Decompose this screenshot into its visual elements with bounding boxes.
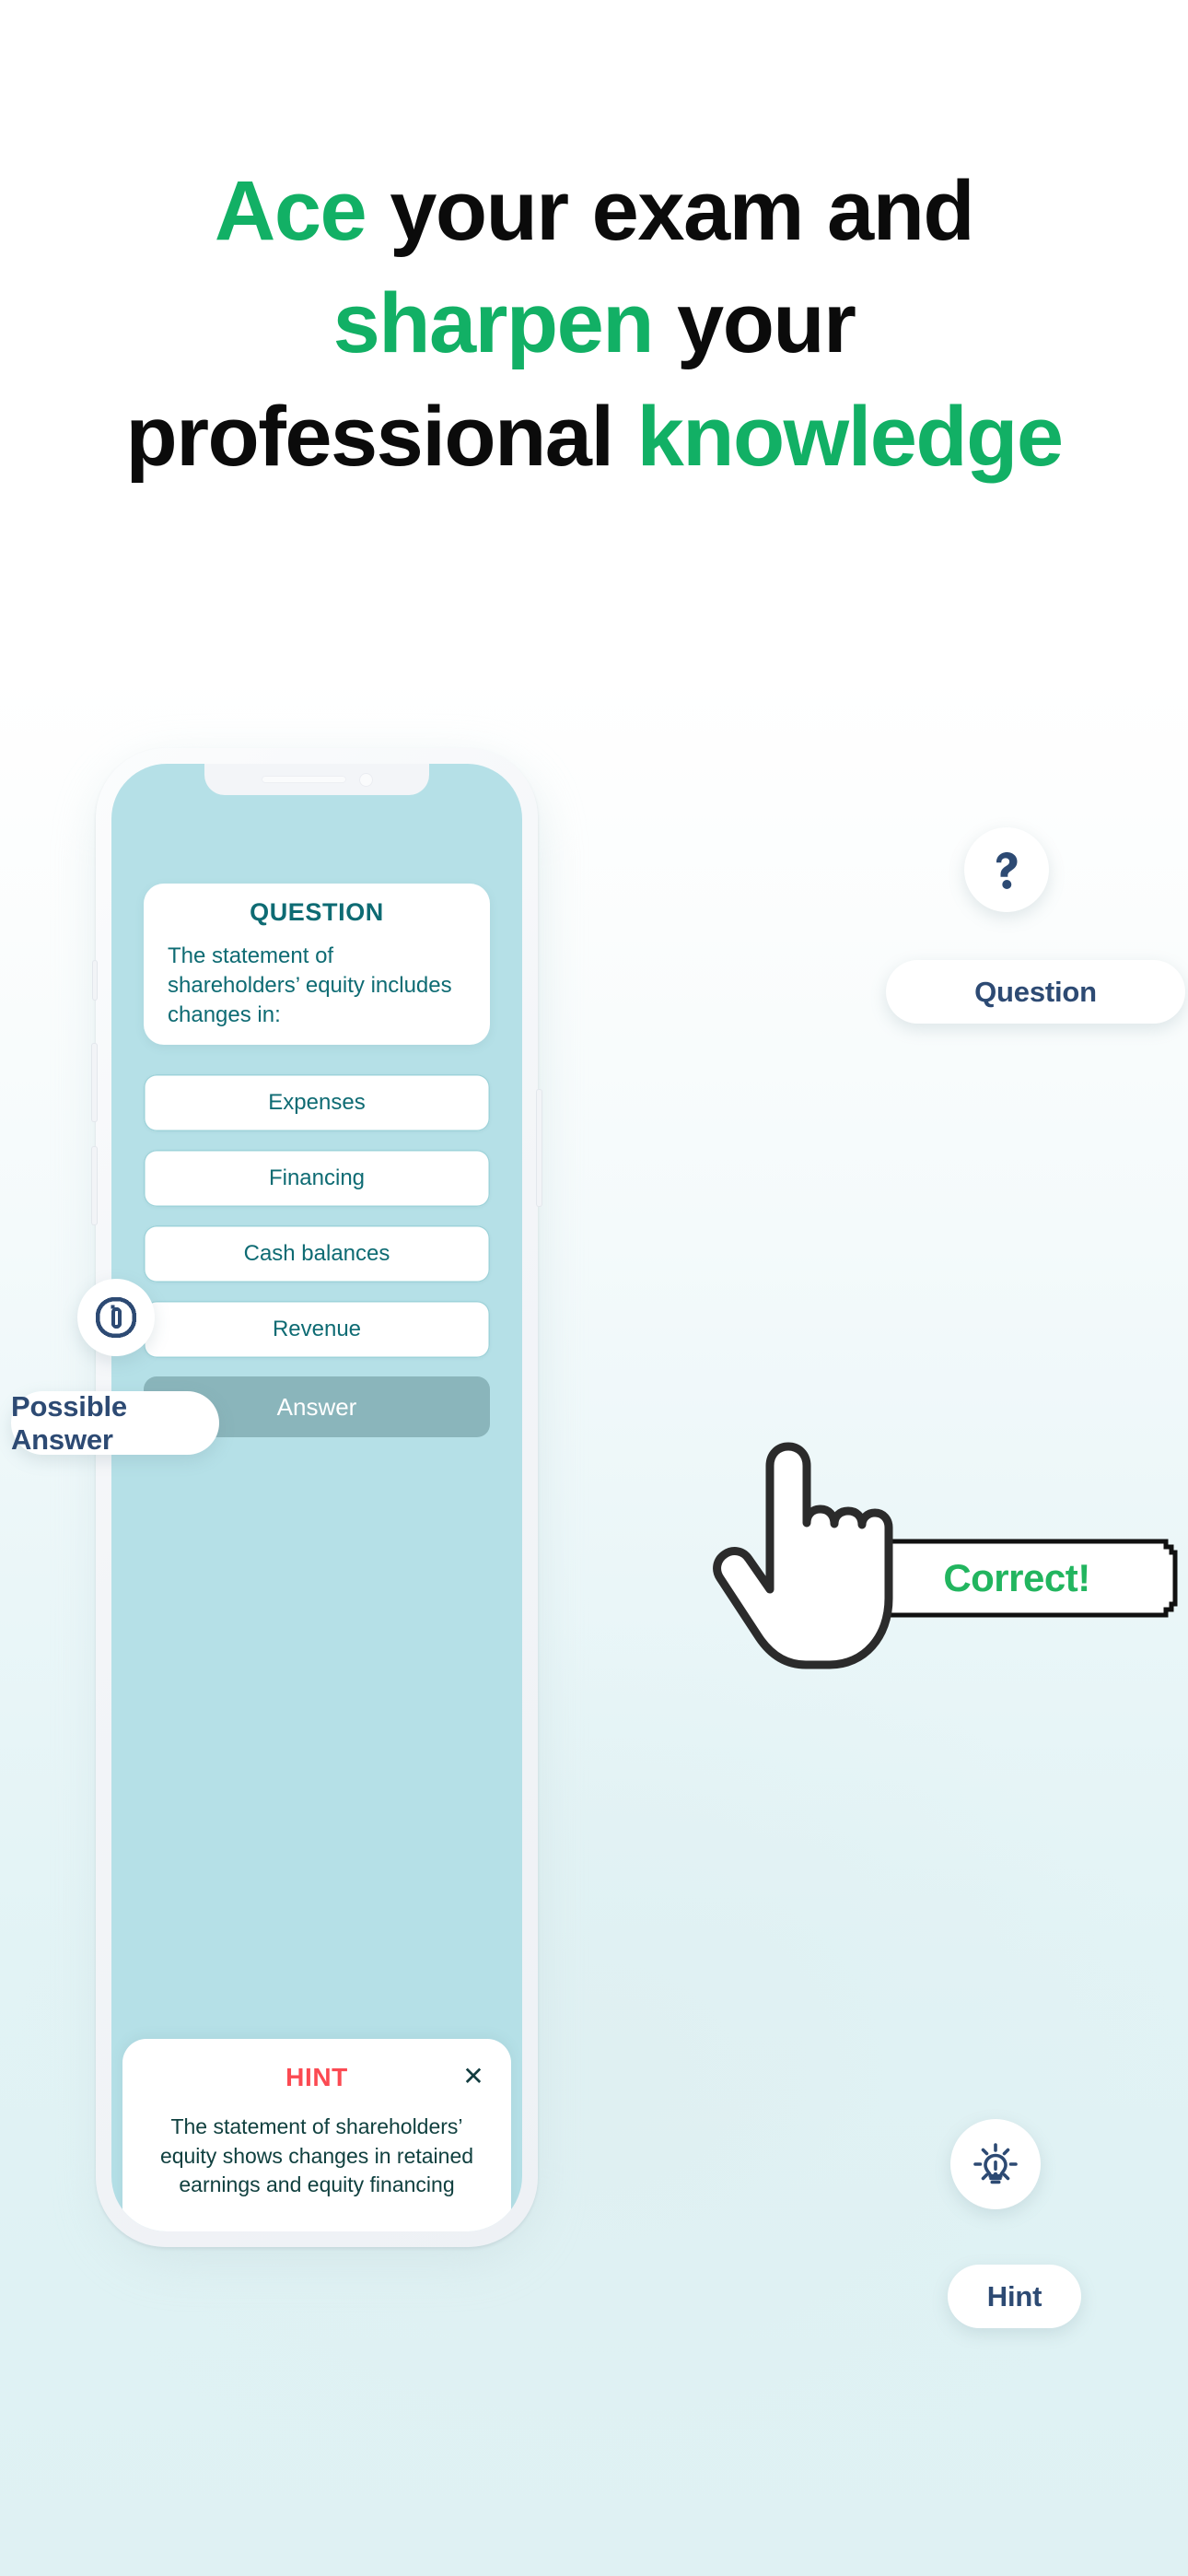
possible-answer-label-pill[interactable]: Possible Answer	[11, 1389, 219, 1456]
possible-answer-label-text: Possible Answer	[11, 1389, 127, 1456]
answer-option-icon	[95, 1296, 137, 1339]
hint-card-text: The statement of shareholders’ equity sh…	[159, 2114, 474, 2197]
hint-card-title: HINT	[285, 2063, 348, 2091]
pointing-hand-cursor-icon	[702, 1423, 914, 1700]
headline-accent-ace: Ace	[214, 164, 367, 258]
headline-line-2: sharpen your	[0, 267, 1188, 380]
headline-line-1: Ace your exam and	[0, 155, 1188, 267]
question-mark-icon	[996, 852, 1018, 889]
close-icon[interactable]: ✕	[460, 2063, 487, 2090]
headline-line-1-rest: your exam and	[366, 164, 974, 258]
promo-screenshot: Ace your exam and sharpen your professio…	[0, 0, 1188, 2576]
page-headline: Ace your exam and sharpen your professio…	[0, 155, 1188, 493]
question-card: QUESTION The statement of shareholders’ …	[144, 884, 490, 1045]
answer-option-revenue[interactable]: Revenue	[144, 1301, 490, 1358]
hint-badge[interactable]	[950, 2119, 1041, 2209]
app-screen-content: QUESTION The statement of shareholders’ …	[111, 764, 522, 2231]
question-badge[interactable]	[964, 827, 1049, 912]
phone-volume-down-button	[91, 1146, 98, 1225]
hint-label-pill[interactable]: Hint	[948, 2265, 1081, 2328]
phone-screen: QUESTION The statement of shareholders’ …	[111, 764, 522, 2231]
phone-body: QUESTION The statement of shareholders’ …	[91, 748, 542, 2247]
phone-mute-switch	[92, 960, 98, 1001]
possible-answer-badge[interactable]	[77, 1279, 155, 1356]
headline-line-3-rest: professional	[125, 389, 637, 484]
phone-power-button	[536, 1089, 542, 1207]
question-card-text: The statement of shareholders’ equity in…	[168, 943, 452, 1028]
phone-mockup: QUESTION The statement of shareholders’ …	[91, 748, 542, 2268]
question-label-text: Question	[974, 975, 1097, 1008]
answer-option-expenses[interactable]: Expenses	[144, 1074, 490, 1131]
headline-accent-knowledge: knowledge	[636, 389, 1064, 484]
headline-accent-sharpen: sharpen	[332, 276, 655, 371]
question-card-title: QUESTION	[250, 897, 384, 926]
phone-volume-up-button	[91, 1043, 98, 1122]
headline-line-2-rest: your	[652, 276, 856, 371]
headline-line-3: professional knowledge	[0, 381, 1188, 493]
hint-label-text: Hint	[986, 2279, 1042, 2313]
lightbulb-icon	[973, 2143, 1018, 2184]
hint-card: HINT ✕ The statement of shareholders’ eq…	[122, 2039, 511, 2231]
answer-option-cash-balances[interactable]: Cash balances	[144, 1225, 490, 1282]
question-label-pill[interactable]: Question	[886, 960, 1185, 1024]
answer-options-list: Expenses Financing Cash balances Revenue…	[144, 1074, 490, 1437]
answer-option-financing[interactable]: Financing	[144, 1150, 490, 1207]
